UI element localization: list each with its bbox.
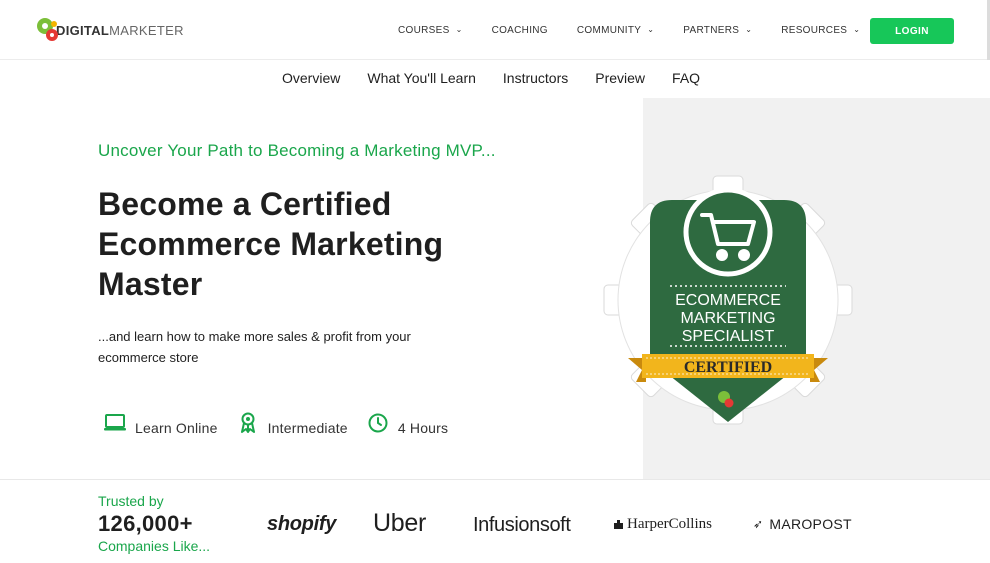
chevron-down-icon: ⌄ [745,24,753,34]
trusted-companies-label: Companies Like... [98,538,211,554]
feature-intermediate-label: Intermediate [267,420,348,436]
nav-community-label: COMMUNITY [576,24,642,36]
maropost-logo: ➶ MAROPOST [753,516,852,532]
nav-courses-label: COURSES [398,24,450,36]
badge-ribbon-text: CERTIFIED [684,359,772,376]
feature-hours-label: 4 Hours [397,420,449,436]
trusted-by-text: Trusted by 126,000+ Companies Like... [98,493,210,554]
feature-learn-online-label: Learn Online [135,420,218,436]
shopify-logo: shopify [267,513,337,535]
nav-partners-label: PARTNERS [683,24,740,36]
paper-plane-icon: ➶ [753,517,764,531]
badge-line-3: SPECIALIST [682,328,775,345]
logo-text-marketer: MARKETER [109,22,184,38]
certification-badge: ECOMMERCE MARKETING SPECIALIST CERTIFIED [603,175,853,425]
hero-text: Uncover Your Path to Becoming a Marketin… [98,142,518,368]
nav-courses[interactable]: COURSES ⌄ [398,25,463,36]
nav-coaching[interactable]: COACHING [492,25,548,36]
chevron-down-icon: ⌄ [455,24,463,34]
subnav-faq[interactable]: FAQ [672,70,700,86]
gear-logo-icon [37,18,58,41]
feature-intermediate: Intermediate [236,410,348,436]
chevron-down-icon: ⌄ [647,24,655,34]
nav-resources[interactable]: RESOURCES ⌄ [781,25,860,36]
hero-headline: Become a Certified Ecommerce Marketing M… [98,186,444,302]
nav-resources-label: RESOURCES [781,24,848,36]
subnav-instructors[interactable]: Instructors [503,70,568,86]
badge-line-1: ECOMMERCE [675,292,781,309]
award-ribbon-icon [236,411,260,435]
hero-eyebrow: Uncover Your Path to Becoming a Marketin… [98,141,496,160]
section-subnav: Overview What You'll Learn Instructors P… [0,60,990,98]
subnav-preview[interactable]: Preview [595,70,645,86]
trusted-by-label: Trusted by [98,493,164,509]
chevron-down-icon: ⌄ [853,24,861,34]
harpercollins-text: HarperCollins [627,516,712,532]
laptop-icon [103,411,127,435]
feature-hours: 4 Hours [366,410,448,436]
badge-line-2: MARKETING [680,310,775,327]
nav-partners[interactable]: PARTNERS ⌄ [683,25,752,36]
harpercollins-logo: HarperCollins [613,516,712,533]
subnav-overview[interactable]: Overview [282,70,340,86]
infusionsoft-logo: Infusionsoft [473,514,571,536]
harpercollins-fire-water-icon [614,520,623,529]
main-nav: COURSES ⌄ COACHING COMMUNITY ⌄ PARTNERS … [398,0,889,60]
nav-coaching-label: COACHING [491,24,548,36]
uber-logo: Uber [373,509,426,537]
maropost-text: MAROPOST [769,516,852,532]
clock-icon [366,411,390,435]
feature-learn-online: Learn Online [103,410,218,436]
hero-subheadline: ...and learn how to make more sales & pr… [98,329,411,365]
trusted-count: 126,000+ [98,511,193,536]
course-features: Learn Online Intermediate 4 Hours [103,410,466,436]
login-button[interactable]: LOGIN [870,18,954,44]
site-header: DIGITALMARKETER COURSES ⌄ COACHING COMMU… [0,0,990,60]
digitalmarketer-logo[interactable]: DIGITALMARKETER [34,13,184,45]
nav-community[interactable]: COMMUNITY ⌄ [577,25,654,36]
subnav-what-youll-learn[interactable]: What You'll Learn [367,70,476,86]
